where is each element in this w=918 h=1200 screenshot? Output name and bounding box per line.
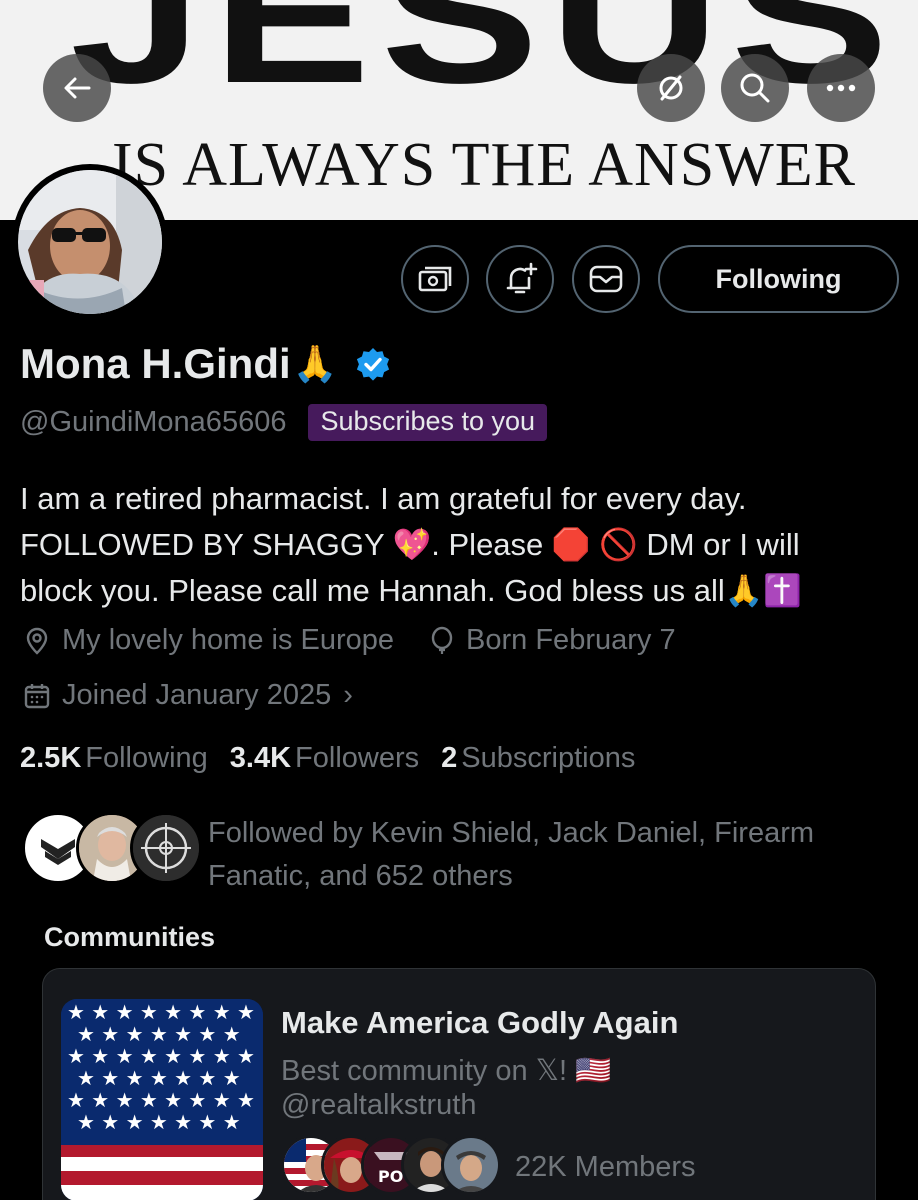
- banner-sub-text: IS ALWAYS THE ANSWER: [112, 131, 856, 199]
- following-label: Following: [85, 742, 208, 774]
- following-count: 2.5K: [20, 742, 82, 774]
- profile-bio: I am a retired pharmacist. I am grateful…: [20, 476, 900, 614]
- more-icon: [826, 84, 856, 92]
- profile-meta-row: My lovely home is Europe Born February 7: [22, 624, 676, 657]
- community-members: PO 22K Members: [281, 1135, 696, 1199]
- search-button[interactable]: [721, 54, 789, 122]
- chevron-right-icon: ›: [343, 679, 353, 711]
- location-text: My lovely home is Europe: [62, 624, 395, 656]
- birthday: Born February 7: [428, 624, 676, 657]
- profile-name: Mona H.Gindi: [20, 340, 291, 387]
- tip-button[interactable]: [401, 245, 469, 313]
- communities-heading: Communities: [44, 922, 216, 952]
- handle-row: @GuindiMona65606 Subscribes to you: [20, 404, 548, 441]
- verified-badge-icon[interactable]: [355, 346, 391, 382]
- eye-slash-icon: [659, 75, 683, 101]
- profile-handle: @GuindiMona65606: [20, 406, 287, 438]
- subscriptions-label: Subscriptions: [461, 742, 636, 774]
- member-avatars: PO: [281, 1135, 501, 1199]
- more-button[interactable]: [807, 54, 875, 122]
- notifications-button[interactable]: [486, 245, 554, 313]
- joined-row[interactable]: Joined January 2025 ›: [22, 679, 353, 712]
- followed-by-text: Followed by Kevin Shield, Jack Daniel, F…: [208, 812, 868, 898]
- back-arrow-icon: [64, 77, 91, 99]
- bell-plus-icon: [506, 262, 538, 294]
- community-name: Make America Godly Again: [281, 1005, 679, 1040]
- community-handle: @realtalkstruth: [281, 1089, 477, 1121]
- followed-by-avatars: [22, 812, 202, 884]
- followers-stat[interactable]: 3.4K Followers: [230, 742, 419, 775]
- followed-by-line: Followed by Kevin Shield, Jack Daniel, F…: [208, 817, 815, 849]
- birthday-text: Born February 7: [466, 624, 676, 656]
- calendar-icon: [24, 683, 50, 708]
- bio-line: block you. Please call me Hannah. God bl…: [20, 573, 802, 608]
- profile-stats: 2.5K Following 3.4K Followers 2 Subscriptio…: [20, 742, 657, 775]
- community-card[interactable]: ★ ★ ★ ★ ★ ★ ★ ★ ★ ★ ★ ★ ★ ★ ★ ★ ★ ★ ★ ★ …: [42, 968, 876, 1200]
- avatar[interactable]: [12, 164, 168, 320]
- search-icon: [740, 73, 770, 103]
- back-button[interactable]: [43, 54, 111, 122]
- hide-button[interactable]: [637, 54, 705, 122]
- bio-line: I am a retired pharmacist. I am grateful…: [20, 481, 747, 516]
- svg-text:★ ★ ★ ★ ★ ★ ★ ★: ★ ★ ★ ★ ★ ★ ★ ★: [67, 1044, 255, 1068]
- envelope-icon: [589, 265, 623, 293]
- following-stat[interactable]: 2.5K Following: [20, 742, 208, 775]
- followers-label: Followers: [295, 742, 420, 774]
- svg-text:PO: PO: [378, 1167, 403, 1186]
- bio-line: FOLLOWED BY SHAGGY 💖. Please 🛑 🚫 DM or I…: [20, 527, 800, 562]
- location-pin-icon: [26, 627, 48, 655]
- joined-text: Joined January 2025: [62, 679, 332, 711]
- followed-by[interactable]: Followed by Kevin Shield, Jack Daniel, F…: [22, 812, 868, 898]
- following-button[interactable]: Following: [658, 245, 899, 313]
- community-description: Best community on 𝕏! 🇺🇸: [281, 1055, 612, 1087]
- location: My lovely home is Europe: [22, 624, 394, 657]
- name-emoji: 🙏: [292, 343, 338, 384]
- member-avatar: [441, 1135, 501, 1195]
- svg-text:★ ★ ★ ★ ★ ★ ★: ★ ★ ★ ★ ★ ★ ★: [77, 1022, 241, 1046]
- followers-count: 3.4K: [229, 742, 292, 774]
- subscriptions-count: 2: [441, 742, 458, 774]
- message-button[interactable]: [572, 245, 640, 313]
- svg-text:★ ★ ★ ★ ★ ★ ★ ★: ★ ★ ★ ★ ★ ★ ★ ★: [67, 1000, 255, 1024]
- subscribes-to-you-badge: Subscribes to you: [308, 404, 548, 441]
- subscriptions-stat[interactable]: 2 Subscriptions: [441, 742, 635, 775]
- joined[interactable]: Joined January 2025 ›: [22, 679, 353, 712]
- followed-by-line: Fanatic, and 652 others: [208, 860, 513, 892]
- community-member-count: 22K Members: [515, 1150, 696, 1183]
- money-icon: [418, 266, 452, 292]
- profile-name-row: Mona H.Gindi 🙏: [20, 340, 391, 388]
- balloon-icon: [431, 626, 453, 654]
- community-flag-image: ★ ★ ★ ★ ★ ★ ★ ★ ★ ★ ★ ★ ★ ★ ★ ★ ★ ★ ★ ★ …: [61, 999, 263, 1200]
- follower-avatar: [130, 812, 202, 884]
- svg-text:★ ★ ★ ★ ★ ★ ★ ★: ★ ★ ★ ★ ★ ★ ★ ★: [67, 1088, 255, 1112]
- svg-text:★ ★ ★ ★ ★ ★ ★: ★ ★ ★ ★ ★ ★ ★: [77, 1110, 241, 1134]
- svg-text:★ ★ ★ ★ ★ ★ ★: ★ ★ ★ ★ ★ ★ ★: [77, 1066, 241, 1090]
